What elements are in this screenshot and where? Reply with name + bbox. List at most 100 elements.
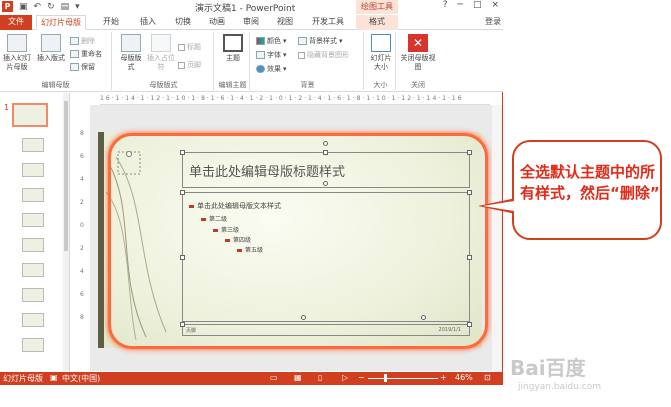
tab-file[interactable]: 文件 xyxy=(0,15,32,30)
thumbnail-layout[interactable] xyxy=(22,313,44,327)
scrollbar-thumb[interactable] xyxy=(64,101,68,251)
tab-format[interactable]: 格式 xyxy=(356,15,398,30)
hide-background-checkbox[interactable]: 隐藏背景图形 xyxy=(298,50,349,60)
thumbnail-layout[interactable] xyxy=(22,263,44,277)
group-edit-master: 插入幻灯片母版 插入版式 删除 重命名 保留 编辑母版 xyxy=(0,32,112,90)
slide-size-button[interactable]: 幻灯片大小 xyxy=(368,34,394,72)
group-label-background: 背景 xyxy=(300,81,315,89)
delete-button[interactable]: 删除 xyxy=(70,36,95,46)
callout-text: 全选默认主题中的所有样式，然后“删除” xyxy=(520,163,660,202)
slide-sorter-icon[interactable]: ▦ xyxy=(294,373,302,382)
tab-animations[interactable]: 动画 xyxy=(202,15,232,30)
slide-size-label: 幻灯片大小 xyxy=(370,54,392,71)
group-close: ✕ 关闭母版视图 关闭 xyxy=(398,32,438,90)
thumbnail-layout[interactable] xyxy=(22,163,44,177)
thumbnail-layout[interactable] xyxy=(22,213,44,227)
preserve-button[interactable]: 保留 xyxy=(70,62,95,72)
rename-icon xyxy=(70,50,79,58)
tab-developer[interactable]: 开发工具 xyxy=(306,15,350,30)
master-layout-label: 母版版式 xyxy=(120,54,142,71)
spell-check-icon[interactable]: ▣ xyxy=(50,373,58,382)
fit-to-window-icon[interactable]: ⊡ xyxy=(484,373,491,382)
save-icon[interactable]: ▣ xyxy=(19,2,28,12)
insert-slide-master-icon xyxy=(7,34,27,52)
slideshow-view-icon[interactable]: ▷ xyxy=(342,373,348,382)
thumbnail-layout[interactable] xyxy=(22,238,44,252)
themes-button[interactable]: 主题 xyxy=(220,34,246,63)
group-label-edit-master: 编辑母版 xyxy=(41,81,70,89)
master-layout-icon xyxy=(121,34,141,52)
colors-button[interactable]: 颜色 ▾ xyxy=(256,36,287,46)
title-checkbox-box xyxy=(178,43,185,51)
group-size: 幻灯片大小 大小 xyxy=(366,32,396,90)
close-window-button[interactable]: × xyxy=(491,0,499,10)
thumbnail-scrollbar[interactable] xyxy=(63,93,69,371)
zoom-out-icon[interactable]: − xyxy=(358,373,365,382)
reading-view-icon[interactable]: ▯ xyxy=(318,373,322,382)
zoom-slider[interactable] xyxy=(368,378,438,379)
ruler-tick: 2 xyxy=(80,199,84,206)
close-master-view-label: 关闭母版视图 xyxy=(400,54,436,71)
fonts-button[interactable]: 字体 ▾ xyxy=(256,50,287,60)
footer-checkbox-box xyxy=(178,61,185,69)
fonts-label: 字体 xyxy=(267,51,281,59)
zoom-in-icon[interactable]: + xyxy=(440,373,447,382)
thumbnail-layout[interactable] xyxy=(22,288,44,302)
tab-home[interactable]: 开始 xyxy=(96,15,126,30)
themes-icon xyxy=(223,34,243,52)
tab-transitions[interactable]: 切换 xyxy=(168,15,198,30)
tab-review[interactable]: 审阅 xyxy=(236,15,266,30)
colors-label: 颜色 xyxy=(267,37,281,45)
zoom-slider-knob[interactable] xyxy=(384,374,387,382)
slide-editor: 单击此处编辑母版标题样式 单击此处编辑母版文本样式 第二级 第三级 第四级 第五… xyxy=(90,105,502,371)
editor-scrollbar[interactable] xyxy=(492,105,501,371)
start-slideshow-icon[interactable]: ▤ xyxy=(61,2,70,12)
footer-checkbox[interactable]: 页脚 xyxy=(178,60,201,70)
status-language: 中文(中国) xyxy=(62,374,101,383)
hide-background-label: 隐藏背景图形 xyxy=(307,51,349,59)
zoom-level[interactable]: 46% xyxy=(455,373,473,382)
chevron-down-icon: ▾ xyxy=(339,37,343,45)
ruler-tick: 4 xyxy=(80,268,84,275)
background-styles-label: 背景样式 xyxy=(309,37,337,45)
undo-icon[interactable]: ↶ xyxy=(34,2,42,12)
login-link[interactable]: 登录 xyxy=(485,16,501,27)
tab-slide-master[interactable]: 幻灯片母版 xyxy=(36,15,86,30)
insert-slide-master-button[interactable]: 插入幻灯片母版 xyxy=(2,34,32,72)
title-checkbox[interactable]: 标题 xyxy=(178,42,201,52)
group-master-layout: 母版版式 插入占位符 标题 页脚 母版版式 xyxy=(114,32,214,90)
master-layout-button[interactable]: 母版版式 xyxy=(118,34,144,72)
close-master-view-button[interactable]: ✕ 关闭母版视图 xyxy=(400,34,436,72)
normal-view-icon[interactable]: ▭ xyxy=(270,373,278,382)
themes-label: 主题 xyxy=(226,54,240,62)
ribbon-tab-bar: 文件 幻灯片母版 开始 插入 切换 动画 审阅 视图 开发工具 格式 登录 xyxy=(0,14,503,30)
baidu-watermark-logo: Bai百度 xyxy=(510,356,586,380)
tab-view[interactable]: 视图 xyxy=(270,15,300,30)
thumbnail-layout[interactable] xyxy=(22,188,44,202)
minimize-button[interactable]: ─ xyxy=(458,0,463,10)
ruler-tick: 6 xyxy=(80,153,84,160)
thumbnail-layout[interactable] xyxy=(22,138,44,152)
insert-layout-button[interactable]: 插入版式 xyxy=(34,34,68,63)
effects-button[interactable]: 效果 ▾ xyxy=(256,64,287,74)
insert-slide-master-label: 插入幻灯片母版 xyxy=(3,54,31,71)
thumbnail-master[interactable] xyxy=(12,103,48,127)
tab-insert[interactable]: 插入 xyxy=(133,15,163,30)
insert-placeholder-button[interactable]: 插入占位符 xyxy=(146,34,176,72)
powerpoint-window: P ▣ ↶ ↻ ▤ ▾ 演示文稿1 - PowerPoint 绘图工具 ? ─ … xyxy=(0,0,503,407)
maximize-button[interactable]: □ xyxy=(473,0,482,10)
status-view-name: 幻灯片母版 xyxy=(3,374,43,383)
powerpoint-app-icon: P xyxy=(2,1,13,12)
customize-qat-icon[interactable]: ▾ xyxy=(75,2,80,12)
colors-icon xyxy=(256,37,265,45)
effects-icon xyxy=(256,65,265,73)
insert-placeholder-icon xyxy=(151,34,171,52)
rename-button[interactable]: 重命名 xyxy=(70,49,102,59)
hide-background-checkbox-box xyxy=(298,51,305,59)
horizontal-ruler: 16·1·14·1·12·1·10·1·8·1·6·1·4·1·2·1·0·1·… xyxy=(100,95,490,105)
help-button[interactable]: ? xyxy=(443,0,448,10)
background-styles-button[interactable]: 背景样式 ▾ xyxy=(298,36,343,46)
chevron-down-icon: ▾ xyxy=(283,37,287,45)
redo-icon[interactable]: ↻ xyxy=(47,2,55,12)
thumbnail-layout[interactable] xyxy=(22,338,44,352)
